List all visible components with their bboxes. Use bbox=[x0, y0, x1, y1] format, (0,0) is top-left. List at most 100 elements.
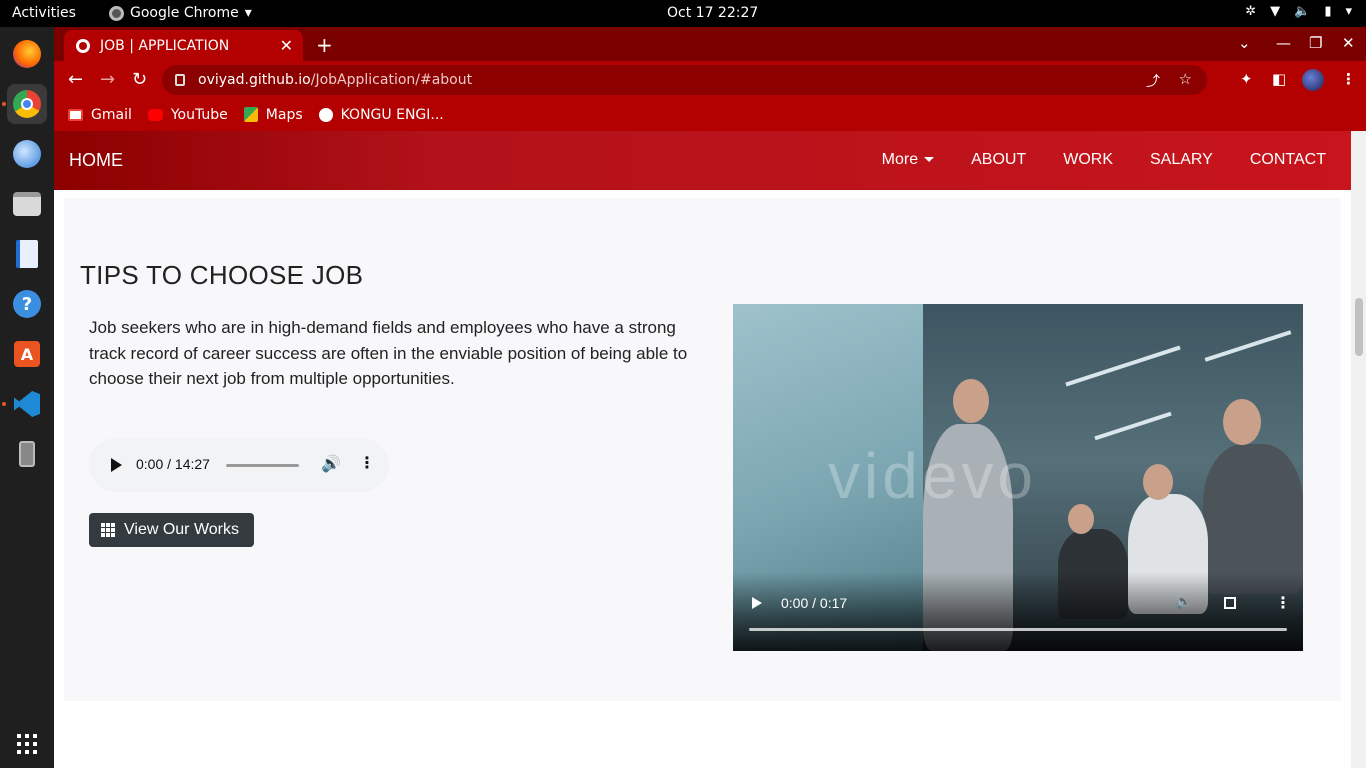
clock[interactable]: Oct 17 22:27 bbox=[667, 5, 758, 21]
video-controls: 0:00 / 0:17 🔈 ⋮ bbox=[733, 572, 1303, 651]
battery-icon: ▮ bbox=[1324, 4, 1332, 19]
play-icon[interactable] bbox=[111, 458, 122, 472]
volume-icon: 🔈 bbox=[1294, 4, 1311, 19]
nav-salary-link[interactable]: SALARY bbox=[1150, 151, 1213, 169]
thunderbird-icon[interactable] bbox=[7, 134, 47, 174]
tab-strip: JOB | APPLICATION ✕ + ⌄ — ❐ ✕ bbox=[54, 27, 1366, 61]
dock: ? A bbox=[0, 27, 54, 768]
running-indicator bbox=[2, 102, 6, 106]
address-bar[interactable]: oviyad.github.io/JobApplication/#about ⤴… bbox=[162, 65, 1207, 95]
restore-icon[interactable]: ❐ bbox=[1309, 34, 1322, 52]
audio-player[interactable]: 0:00 / 14:27 🔊 ⋮ bbox=[89, 438, 389, 492]
bookmark-gmail[interactable]: Gmail bbox=[68, 107, 132, 123]
caret-down-icon bbox=[924, 157, 935, 163]
bookmarks-bar: Gmail YouTube Maps KONGU ENGI... bbox=[54, 98, 1366, 131]
presenter-head bbox=[953, 379, 989, 423]
nav-links: More ABOUT WORK SALARY CONTACT bbox=[882, 151, 1326, 169]
video-progress-slider[interactable] bbox=[749, 628, 1287, 631]
bookmark-label: KONGU ENGI... bbox=[340, 106, 444, 123]
back-arrow-icon[interactable]: ← bbox=[68, 69, 83, 90]
view-our-works-label: View Our Works bbox=[124, 521, 239, 538]
about-section: TIPS TO CHOOSE JOB Job seekers who are i… bbox=[64, 198, 1341, 701]
avatar[interactable] bbox=[1302, 69, 1324, 91]
bookmark-kongu[interactable]: KONGU ENGI... bbox=[318, 106, 444, 123]
nav-more-label: More bbox=[881, 151, 919, 168]
chrome-icon[interactable] bbox=[7, 84, 47, 124]
running-indicator bbox=[2, 402, 6, 406]
video-time: 0:00 / 0:17 bbox=[781, 595, 848, 611]
extensions-icon[interactable]: ✦ bbox=[1240, 70, 1253, 88]
system-tray[interactable]: ✲ ▼ 🔈 ▮ ▾ bbox=[1245, 4, 1352, 19]
mute-icon[interactable]: 🔈 bbox=[1175, 594, 1192, 610]
web-page: HOME More ABOUT WORK SALARY CONTACT TIPS… bbox=[54, 131, 1351, 768]
browser-toolbar: ← → ↻ oviyad.github.io/JobApplication/#a… bbox=[54, 61, 1366, 98]
software-icon[interactable]: A bbox=[7, 334, 47, 374]
forward-arrow-icon[interactable]: → bbox=[100, 69, 115, 90]
intro-paragraph: Job seekers who are in high-demand field… bbox=[89, 318, 688, 388]
reload-icon[interactable]: ↻ bbox=[132, 69, 147, 90]
writer-icon[interactable] bbox=[7, 234, 47, 274]
url-host: oviyad.github.io bbox=[198, 72, 311, 88]
page-scrollbar[interactable] bbox=[1351, 131, 1366, 768]
nav-work-link[interactable]: WORK bbox=[1063, 151, 1113, 169]
wifi-icon: ▼ bbox=[1270, 4, 1281, 19]
app-grid-icon[interactable] bbox=[7, 724, 47, 764]
audio-time: 0:00 / 14:27 bbox=[136, 456, 210, 472]
device-icon[interactable] bbox=[7, 434, 47, 474]
th-grid-icon bbox=[101, 523, 115, 537]
audio-progress-slider[interactable] bbox=[226, 464, 299, 467]
scrollbar-thumb[interactable] bbox=[1355, 298, 1363, 356]
activities-button[interactable]: Activities bbox=[12, 5, 76, 21]
globe-icon bbox=[76, 38, 90, 53]
system-top-bar: Activities Google Chrome ▾ Oct 17 22:27 … bbox=[0, 0, 1366, 27]
nav-more-dropdown[interactable]: More bbox=[881, 151, 935, 169]
bookmark-label: Gmail bbox=[91, 106, 132, 123]
app-menu[interactable]: Google Chrome ▾ bbox=[109, 5, 252, 21]
new-tab-button[interactable]: + bbox=[316, 33, 333, 57]
volume-icon[interactable]: 🔊 bbox=[321, 454, 341, 473]
chevron-down-icon: ▾ bbox=[244, 5, 252, 21]
fullscreen-icon[interactable] bbox=[1224, 597, 1236, 609]
video-player[interactable]: videvo 0:00 / 0:17 🔈 ⋮ bbox=[733, 304, 1303, 651]
slack-icon[interactable]: ✲ bbox=[1245, 4, 1256, 19]
bookmark-label: Maps bbox=[265, 106, 303, 123]
nav-contact-link[interactable]: CONTACT bbox=[1250, 151, 1326, 169]
more-options-icon[interactable]: ⋮ bbox=[1275, 593, 1291, 612]
maps-icon bbox=[243, 107, 258, 122]
vscode-icon[interactable] bbox=[7, 384, 47, 424]
nav-about-link[interactable]: ABOUT bbox=[971, 151, 1026, 169]
minimize-icon[interactable]: — bbox=[1276, 34, 1291, 52]
url-path: /JobApplication/#about bbox=[310, 72, 473, 88]
video-watermark: videvo bbox=[828, 440, 1037, 512]
chrome-icon bbox=[109, 5, 124, 21]
firefox-icon[interactable] bbox=[7, 34, 47, 74]
bookmark-youtube[interactable]: YouTube bbox=[147, 106, 228, 123]
tab-job-application[interactable]: JOB | APPLICATION ✕ bbox=[64, 30, 303, 61]
play-icon[interactable] bbox=[752, 597, 762, 609]
star-icon[interactable]: ☆ bbox=[1179, 70, 1192, 88]
youtube-icon bbox=[147, 108, 163, 121]
listener-head bbox=[1223, 399, 1261, 445]
side-panel-icon[interactable]: ◧ bbox=[1272, 70, 1286, 88]
files-icon[interactable] bbox=[7, 184, 47, 224]
more-options-icon[interactable]: ⋮ bbox=[359, 453, 375, 472]
site-navbar: HOME More ABOUT WORK SALARY CONTACT bbox=[54, 131, 1351, 190]
listener-head bbox=[1143, 464, 1173, 500]
view-our-works-button[interactable]: View Our Works bbox=[89, 513, 254, 547]
bookmark-maps[interactable]: Maps bbox=[243, 106, 303, 123]
app-menu-label: Google Chrome bbox=[130, 5, 239, 21]
lock-icon bbox=[175, 74, 185, 86]
tab-search-chevron-icon[interactable]: ⌄ bbox=[1238, 34, 1251, 52]
help-icon[interactable]: ? bbox=[7, 284, 47, 324]
share-icon[interactable]: ⤴ bbox=[1146, 71, 1160, 91]
gmail-icon bbox=[68, 108, 83, 121]
close-window-icon[interactable]: ✕ bbox=[1342, 34, 1355, 52]
globe-icon bbox=[318, 107, 333, 122]
chevron-down-icon: ▾ bbox=[1345, 4, 1352, 19]
close-icon[interactable]: ✕ bbox=[280, 36, 293, 55]
tab-title: JOB | APPLICATION bbox=[100, 37, 230, 54]
section-title: TIPS TO CHOOSE JOB bbox=[80, 260, 364, 290]
nav-home-link[interactable]: HOME bbox=[69, 150, 123, 171]
menu-icon[interactable]: ⋮ bbox=[1341, 70, 1356, 88]
bookmark-label: YouTube bbox=[170, 106, 228, 123]
